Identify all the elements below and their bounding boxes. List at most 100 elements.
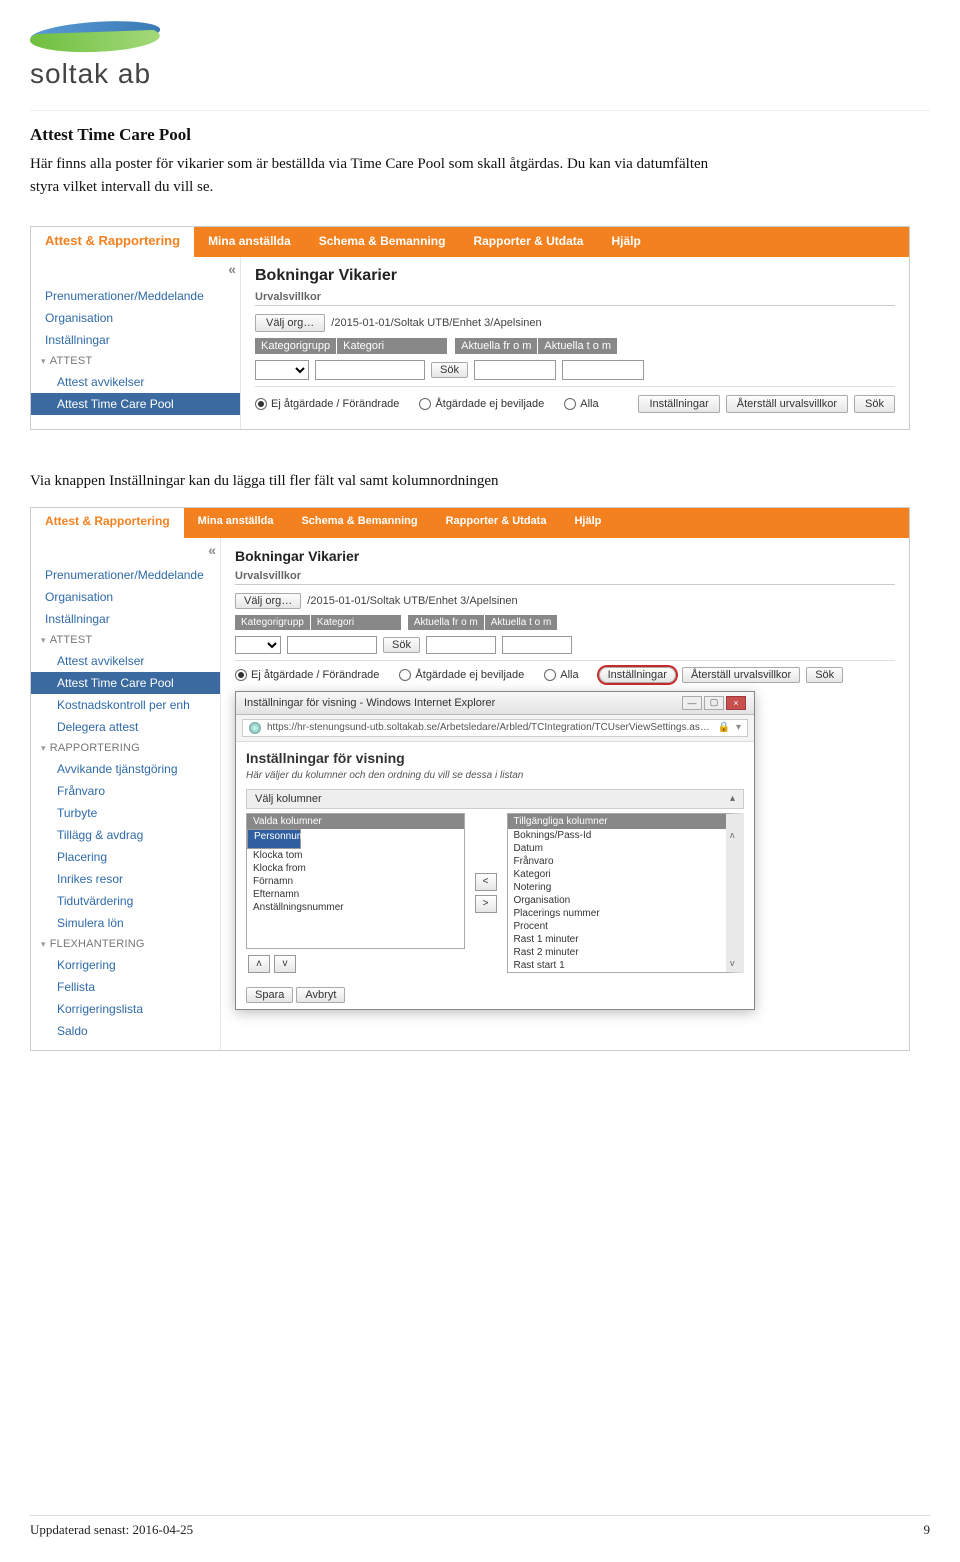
s2-tillagg[interactable]: Tillägg & avdrag — [31, 824, 220, 846]
s2-organisation[interactable]: Organisation — [31, 586, 220, 608]
avbryt-button[interactable]: Avbryt — [296, 987, 345, 1003]
nav2-hjalp[interactable]: Hjälp — [560, 508, 615, 538]
radio-alla[interactable]: Alla — [564, 398, 598, 410]
s2-attest-tcp[interactable]: Attest Time Care Pool — [31, 672, 220, 694]
s2-tidutvardering[interactable]: Tidutvärdering — [31, 890, 220, 912]
sok-button[interactable]: Sök — [854, 395, 895, 413]
s2-korrigering[interactable]: Korrigering — [31, 954, 220, 976]
settings-popup: Inställningar för visning - Windows Inte… — [235, 691, 755, 1010]
s2-avvikande[interactable]: Avvikande tjänstgöring — [31, 758, 220, 780]
sok-kategori-button[interactable]: Sök — [431, 362, 468, 378]
from-date-input[interactable] — [474, 360, 556, 380]
list-item[interactable]: Förnamn — [247, 875, 464, 888]
s2-simulera[interactable]: Simulera lön — [31, 912, 220, 934]
radio-dot-on-icon — [255, 398, 267, 410]
spara-button[interactable]: Spara — [246, 987, 293, 1003]
s2-fellista[interactable]: Fellista — [31, 976, 220, 998]
list-item[interactable]: Klocka tom — [247, 849, 464, 862]
sidebar-item-prenumerationer[interactable]: Prenumerationer/Meddelande — [31, 285, 240, 307]
collapse-icon-2[interactable]: « — [208, 542, 216, 558]
s2-installningar[interactable]: Inställningar — [31, 608, 220, 630]
s2-saldo[interactable]: Saldo — [31, 1020, 220, 1042]
kat-input-2[interactable] — [287, 636, 377, 654]
radio2-ej[interactable]: Ej åtgärdade / Förändrade — [235, 669, 379, 681]
s2-franvaro[interactable]: Frånvaro — [31, 780, 220, 802]
s2-inrikes[interactable]: Inrikes resor — [31, 868, 220, 890]
popup-titlebar[interactable]: Inställningar för visning - Windows Inte… — [236, 692, 754, 715]
tom-date-input[interactable] — [562, 360, 644, 380]
left-rail-2: « Prenumerationer/Meddelande Organisatio… — [31, 538, 221, 1050]
radio2-agej[interactable]: Åtgärdade ej beviljade — [399, 669, 524, 681]
move-down-button[interactable]: v — [274, 955, 296, 973]
sok-2[interactable]: Sök — [806, 667, 843, 683]
list-item[interactable]: Datum — [508, 842, 727, 855]
kategori-input[interactable] — [315, 360, 425, 380]
nav2-schema[interactable]: Schema & Bemanning — [287, 508, 431, 538]
move-left-button[interactable]: < — [475, 873, 497, 891]
from-2[interactable] — [426, 636, 496, 654]
window-minimize-icon[interactable]: — — [682, 696, 702, 710]
s2-turbyte[interactable]: Turbyte — [31, 802, 220, 824]
s2-group-attest[interactable]: ATTEST — [31, 630, 220, 650]
list-item[interactable]: Notering — [508, 881, 727, 894]
window-close-icon[interactable]: × — [726, 696, 746, 710]
list-item[interactable]: Placerings nummer — [508, 907, 727, 920]
nav-mina-anstallda[interactable]: Mina anställda — [194, 227, 305, 257]
list-item[interactable]: Rast start 1 — [508, 959, 727, 972]
aterstall-2[interactable]: Återställ urvalsvillkor — [682, 667, 800, 683]
nav-hjalp[interactable]: Hjälp — [597, 227, 654, 257]
sidebar-item-attest-avvikelser[interactable]: Attest avvikelser — [31, 371, 240, 393]
move-right-button[interactable]: > — [475, 895, 497, 913]
list-item[interactable]: Anställningsnummer — [247, 901, 464, 914]
s2-placering[interactable]: Placering — [31, 846, 220, 868]
main-pane: Bokningar Vikarier Urvalsvillkor Välj or… — [241, 257, 909, 429]
list-item[interactable]: Efternamn — [247, 888, 464, 901]
s2-prenumerationer[interactable]: Prenumerationer/Meddelande — [31, 564, 220, 586]
nav-rapporter-utdata[interactable]: Rapporter & Utdata — [459, 227, 597, 257]
installningar-button-highlighted[interactable]: Inställningar — [599, 667, 676, 683]
sidebar-item-organisation[interactable]: Organisation — [31, 307, 240, 329]
scroll-down-icon[interactable]: v — [730, 958, 742, 968]
s2-kostnadskontroll[interactable]: Kostnadskontroll per enh — [31, 694, 220, 716]
radio2-alla[interactable]: Alla — [544, 669, 578, 681]
list-item[interactable]: Organisation — [508, 894, 727, 907]
installningar-button[interactable]: Inställningar — [638, 395, 719, 413]
scroll-up-icon[interactable]: ʌ — [730, 830, 742, 840]
collapse-icon[interactable]: « — [228, 261, 236, 277]
valj-org-button[interactable]: Välj org… — [255, 314, 325, 332]
s2-korrigeringslista[interactable]: Korrigeringslista — [31, 998, 220, 1020]
list-item[interactable]: Procent — [508, 920, 727, 933]
s2-attest-avvikelser[interactable]: Attest avvikelser — [31, 650, 220, 672]
popup-section-bar[interactable]: Välj kolumner ▴ — [246, 789, 744, 809]
s2-delegera[interactable]: Delegera attest — [31, 716, 220, 738]
sidebar-item-installningar[interactable]: Inställningar — [31, 329, 240, 351]
sidebar-group-attest[interactable]: ATTEST — [31, 351, 240, 371]
list-item[interactable]: Frånvaro — [508, 855, 727, 868]
list-item[interactable]: Kategori — [508, 868, 727, 881]
dropdown-icon[interactable]: ▾ — [736, 722, 741, 733]
nav-schema-bemanning[interactable]: Schema & Bemanning — [305, 227, 460, 257]
aterstall-button[interactable]: Återställ urvalsvillkor — [726, 395, 848, 413]
s2-group-flex[interactable]: FLEXHANTERING — [31, 934, 220, 954]
radio-ej-atgardade[interactable]: Ej åtgärdade / Förändrade — [255, 398, 399, 410]
sok-kat-2[interactable]: Sök — [383, 637, 420, 653]
window-maximize-icon[interactable]: ▢ — [704, 696, 724, 710]
list-item[interactable]: Klocka from — [247, 862, 464, 875]
list-item[interactable]: Boknings/Pass-Id — [508, 829, 727, 842]
selected-columns-listbox[interactable]: Valda kolumner Personnummer Klocka tom K… — [246, 813, 465, 949]
list-item[interactable]: Rast 1 minuter — [508, 933, 727, 946]
list-item[interactable]: Rast 2 minuter — [508, 946, 727, 959]
nav2-mina[interactable]: Mina anställda — [184, 508, 288, 538]
kat-grupp-select-2[interactable] — [235, 636, 281, 654]
list-item[interactable]: Personnummer — [247, 829, 301, 849]
label-bar: Kategorigrupp Kategori — [255, 338, 447, 354]
s2-group-rapportering[interactable]: RAPPORTERING — [31, 738, 220, 758]
sidebar-item-attest-tcp[interactable]: Attest Time Care Pool — [31, 393, 240, 415]
available-columns-listbox[interactable]: Tillgängliga kolumner Boknings/Pass-Id D… — [507, 813, 745, 973]
nav2-rapporter[interactable]: Rapporter & Utdata — [432, 508, 561, 538]
kategorigrupp-select[interactable] — [255, 360, 309, 380]
valj-org-button-2[interactable]: Välj org… — [235, 593, 301, 609]
move-up-button[interactable]: ʌ — [248, 955, 270, 973]
radio-atgardade-ej-beviljade[interactable]: Åtgärdade ej beviljade — [419, 398, 544, 410]
tom-2[interactable] — [502, 636, 572, 654]
